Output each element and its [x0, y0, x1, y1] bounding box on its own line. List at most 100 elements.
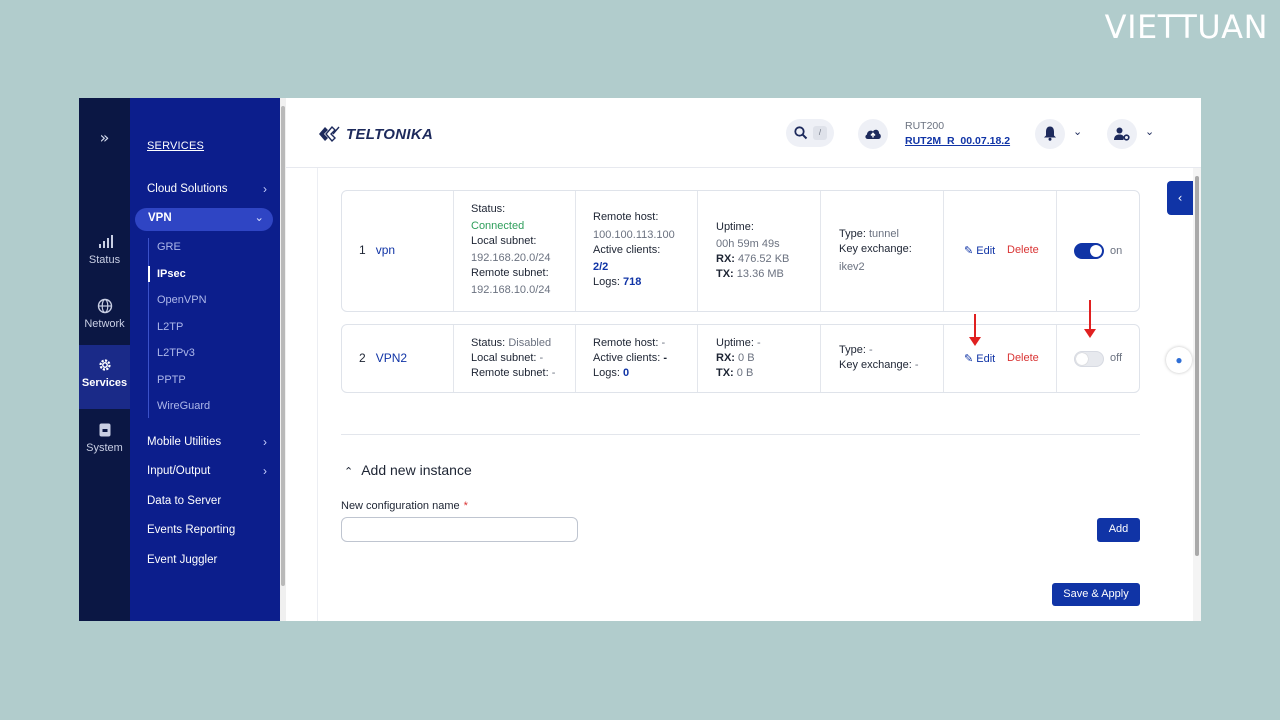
annotation-arrow-toggle — [1084, 300, 1096, 338]
status-value: Disabled — [508, 337, 552, 349]
sidebar-item-events-reporting[interactable]: Events Reporting — [147, 524, 267, 536]
tx-value: 0 B — [736, 367, 754, 379]
side-panel-toggle[interactable]: ‹ — [1167, 181, 1193, 215]
remote-host-value: - — [661, 337, 666, 349]
signal-bars-icon — [98, 235, 113, 248]
edit-label: Edit — [976, 245, 996, 257]
remote-host-label: Remote host: — [593, 211, 659, 223]
chevron-down-icon: ⌄ — [254, 212, 264, 224]
submenu-line — [148, 238, 149, 418]
local-subnet-value: - — [539, 352, 544, 364]
sidebar-item-input-output[interactable]: Input/Output › — [147, 464, 267, 478]
uptime-label: Uptime: — [716, 221, 754, 233]
rail-item-system[interactable]: System — [79, 410, 130, 474]
instance-name: 1 vpn — [359, 243, 395, 257]
key-exchange-value: - — [914, 359, 919, 371]
content-scrollbar[interactable] — [1193, 168, 1201, 621]
instance-name-link[interactable]: VPN2 — [376, 351, 407, 365]
services-sidebar: SERVICES Cloud Solutions › VPN ⌄ GRE IPs… — [130, 98, 280, 621]
logs-link[interactable]: 718 — [623, 276, 641, 288]
sidebar-subitem-pptp[interactable]: PPTP — [157, 374, 186, 386]
active-clients-label: Active clients: — [593, 244, 661, 256]
save-apply-button[interactable]: Save & Apply — [1052, 583, 1140, 606]
instance-index: 1 — [359, 243, 366, 257]
remote-host-value: 100.100.113.100 — [593, 229, 675, 241]
sidebar-item-vpn[interactable]: VPN ⌄ — [135, 208, 273, 231]
droplet-icon: ● — [1175, 353, 1183, 367]
rail-label-status: Status — [88, 254, 121, 266]
top-header: TELTONIKA / RUT200 RUT2M_R_00.07.18.2 ⌄ … — [286, 98, 1201, 168]
tx-label: TX: — [716, 268, 734, 280]
enable-toggle[interactable] — [1074, 351, 1104, 367]
sidebar-subitem-ipsec[interactable]: IPsec — [157, 268, 186, 280]
new-config-name-label: New configuration name * — [341, 500, 468, 512]
type-value: - — [868, 344, 873, 356]
add-button[interactable]: Add — [1097, 518, 1140, 542]
firmware-version-link[interactable]: RUT2M_R_00.07.18.2 — [905, 135, 1010, 147]
sidebar-item-label: Mobile Utilities — [147, 436, 222, 448]
sidebar-item-data-to-server[interactable]: Data to Server — [147, 495, 267, 507]
remote-subnet-value: - — [551, 367, 556, 379]
remote-subnet-label: Remote subnet: — [471, 367, 549, 379]
content-left-gutter — [286, 168, 318, 621]
router-webui-window: » Status Network Services System SERVICE… — [79, 98, 1201, 621]
edit-button[interactable]: ✎ Edit — [964, 352, 995, 365]
bell-icon — [1044, 126, 1056, 141]
rail-label-network: Network — [84, 318, 125, 330]
sidebar-subitem-l2tp[interactable]: L2TP — [157, 321, 183, 333]
pencil-icon: ✎ — [964, 245, 974, 257]
delete-button[interactable]: Delete — [1007, 352, 1039, 364]
chevron-down-icon[interactable]: ⌄ — [1073, 125, 1082, 138]
rail-item-network[interactable]: Network — [79, 286, 130, 350]
sidebar-subitem-wireguard[interactable]: WireGuard — [157, 400, 210, 412]
logs-link[interactable]: 0 — [623, 367, 629, 379]
active-clients-label: Active clients: — [593, 352, 661, 364]
sidebar-item-mobile-utilities[interactable]: Mobile Utilities › — [147, 435, 267, 449]
chevron-down-icon[interactable]: ⌄ — [1145, 125, 1154, 138]
add-new-instance-header[interactable]: ⌃ Add new instance — [344, 462, 472, 478]
required-marker: * — [463, 500, 468, 512]
cloud-upload-icon — [865, 129, 881, 139]
user-settings-icon — [1114, 127, 1130, 141]
search-shortcut-key: / — [813, 126, 827, 140]
side-floating-button[interactable]: ● — [1166, 347, 1192, 373]
rail-label-services: Services — [81, 377, 128, 389]
teltonika-logo[interactable]: TELTONIKA — [316, 122, 433, 146]
gear-icon — [98, 359, 111, 371]
rx-label: RX: — [716, 352, 735, 364]
rx-value: 476.52 KB — [738, 253, 790, 265]
watermark-logo: VIETTUAN — [1104, 8, 1268, 46]
firmware-upload-button[interactable] — [858, 119, 888, 149]
status-label: Status: — [471, 203, 506, 215]
local-subnet-value: 192.168.20.0/24 — [471, 252, 551, 264]
instance-name-link[interactable]: vpn — [376, 243, 395, 257]
sidebar-subitem-openvpn[interactable]: OpenVPN — [157, 294, 207, 306]
delete-button[interactable]: Delete — [1007, 244, 1039, 256]
search-button[interactable]: / — [786, 119, 834, 147]
remote-subnet-label: Remote subnet: — [471, 267, 549, 279]
chevron-right-icon: › — [263, 464, 267, 478]
sidebar-item-event-juggler[interactable]: Event Juggler — [147, 554, 267, 566]
sidebar-item-cloud-solutions[interactable]: Cloud Solutions › — [147, 182, 267, 196]
sidebar-subitem-l2tpv3[interactable]: L2TPv3 — [157, 347, 195, 359]
enable-toggle[interactable] — [1074, 243, 1104, 259]
system-icon — [99, 423, 110, 437]
rail-item-services[interactable]: Services — [79, 345, 130, 409]
chevron-right-icon: › — [263, 435, 267, 449]
instance-name: 2 VPN2 — [359, 351, 407, 365]
edit-button[interactable]: ✎ Edit — [964, 244, 995, 257]
sidebar-subitem-gre[interactable]: GRE — [157, 241, 181, 253]
active-clients-value: 2/2 — [593, 261, 609, 273]
sidebar-item-label: Cloud Solutions — [147, 183, 228, 195]
new-config-name-input[interactable] — [341, 517, 578, 542]
double-chevron-right-icon[interactable]: » — [79, 128, 130, 147]
local-subnet-label: Local subnet: — [471, 352, 537, 364]
tx-value: 13.36 MB — [736, 268, 784, 280]
local-subnet-label: Local subnet: — [471, 235, 537, 247]
notifications-button[interactable] — [1035, 119, 1065, 149]
rail-item-status[interactable]: Status — [79, 222, 130, 286]
pencil-icon: ✎ — [964, 353, 974, 365]
logs-label: Logs: — [593, 276, 620, 288]
main-content: TELTONIKA / RUT200 RUT2M_R_00.07.18.2 ⌄ … — [286, 98, 1201, 621]
user-menu-button[interactable] — [1107, 119, 1137, 149]
